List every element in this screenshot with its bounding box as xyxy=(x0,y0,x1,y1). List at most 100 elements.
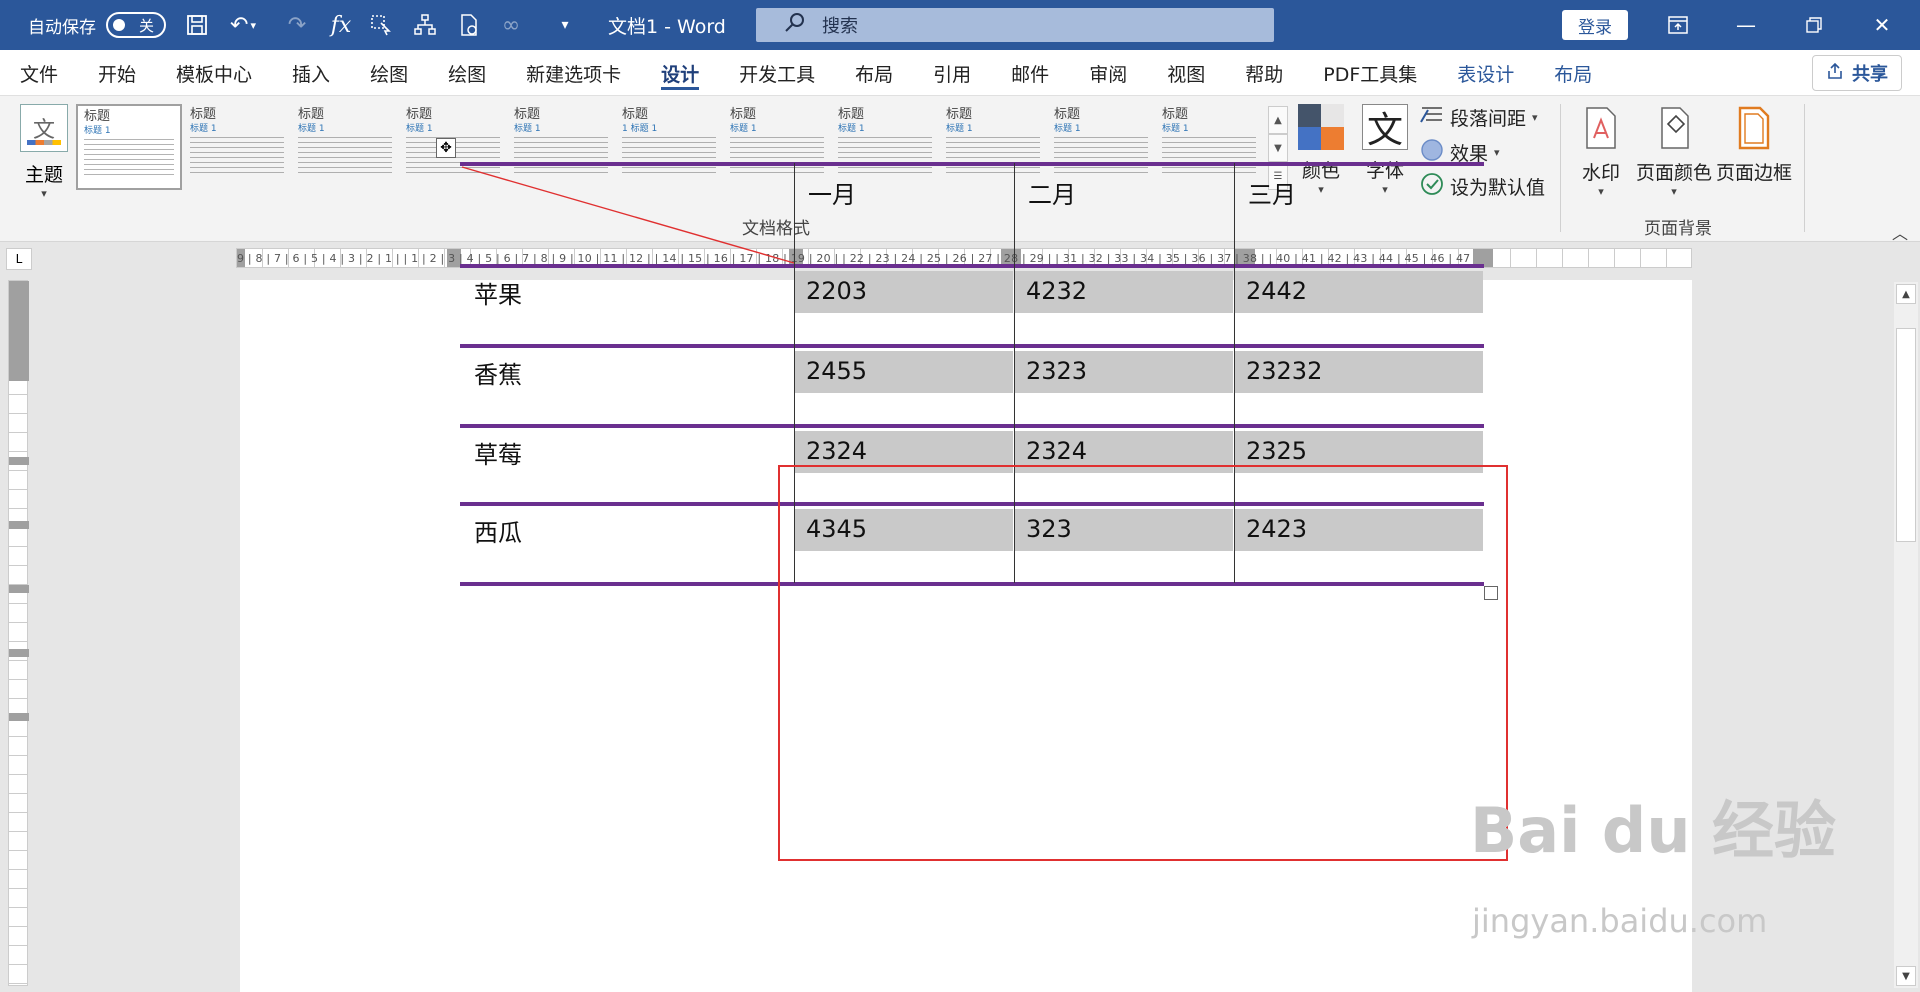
menu-tab-14[interactable]: 帮助 xyxy=(1225,50,1303,96)
style-thumb-title: 标题 xyxy=(298,107,325,122)
style-thumb-title: 标题 xyxy=(514,107,541,122)
group-separator xyxy=(1560,104,1561,232)
org-chart-icon[interactable] xyxy=(408,10,442,40)
paragraph-spacing-icon xyxy=(1420,104,1444,131)
redo-icon[interactable]: ↷ xyxy=(280,10,314,40)
style-thumb-sub: 标题 1 xyxy=(84,126,111,136)
formula-icon[interactable]: fx xyxy=(324,10,358,40)
menu-tab-9[interactable]: 布局 xyxy=(835,50,913,96)
paragraph-spacing-button[interactable]: 段落间距 ▾ xyxy=(1420,104,1538,131)
style-thumb-sub: 标题 1 xyxy=(298,124,325,134)
row-label-cell[interactable]: 苹果 xyxy=(474,275,522,310)
vertical-ruler[interactable] xyxy=(8,280,29,986)
style-thumb-preview xyxy=(298,137,392,177)
undo-icon[interactable]: ↶ ▾ xyxy=(226,10,260,40)
scrollbar-thumb[interactable] xyxy=(1896,328,1916,542)
menu-tab-3[interactable]: 插入 xyxy=(272,50,350,96)
menu-tab-8[interactable]: 开发工具 xyxy=(719,50,835,96)
collapse-ribbon-icon[interactable]: ︿ xyxy=(1892,220,1908,244)
menu-tab-6[interactable]: 新建选项卡 xyxy=(506,50,641,96)
style-set-thumb[interactable]: 标题 标题 1 xyxy=(184,104,290,190)
row-label-cell[interactable]: 草莓 xyxy=(474,435,522,470)
row-label-cell[interactable]: 西瓜 xyxy=(474,513,522,548)
page-color-button[interactable]: 页面颜色 ▾ xyxy=(1636,104,1712,198)
table-move-handle-icon[interactable]: ✥ xyxy=(436,138,456,158)
value-cell[interactable]: 2323 xyxy=(1026,357,1087,385)
value-cell[interactable]: 2324 xyxy=(1026,437,1087,465)
value-cell[interactable]: 2455 xyxy=(806,357,867,385)
menu-tab-12[interactable]: 审阅 xyxy=(1069,50,1147,96)
scroll-down-icon[interactable]: ▼ xyxy=(1896,966,1916,986)
close-icon[interactable]: ✕ xyxy=(1850,0,1914,50)
group-separator xyxy=(1804,104,1805,232)
page-border-button[interactable]: 页面边框 xyxy=(1716,104,1792,185)
share-button[interactable]: 共享 xyxy=(1812,55,1902,91)
select-object-icon[interactable] xyxy=(364,10,398,40)
ruler-row-marker xyxy=(9,457,29,465)
autosave[interactable]: 自动保存 关 xyxy=(28,11,166,39)
row-border xyxy=(460,424,1484,428)
menu-tab-16[interactable]: 表设计 xyxy=(1437,50,1534,96)
gallery-down-icon[interactable]: ▼ xyxy=(1268,134,1288,162)
document-title: 文档1 - Word xyxy=(608,16,726,38)
autosave-state: 关 xyxy=(138,16,154,35)
menu-tab-17[interactable]: 布局 xyxy=(1534,50,1612,96)
ruler-row-marker xyxy=(9,521,29,529)
menu-tab-4[interactable]: 绘图 xyxy=(350,50,428,96)
value-cell[interactable]: 2324 xyxy=(806,437,867,465)
menu-tab-5[interactable]: 绘图 xyxy=(428,50,506,96)
gallery-up-icon[interactable]: ▲ xyxy=(1268,106,1288,134)
header-cell[interactable]: 一月 xyxy=(808,175,856,210)
menu-tab-13[interactable]: 视图 xyxy=(1147,50,1225,96)
vertical-scrollbar[interactable]: ▲ ▼ xyxy=(1894,282,1918,988)
customize-qa-icon[interactable]: ▾ xyxy=(548,10,582,40)
table-resize-handle[interactable] xyxy=(1484,586,1498,600)
chevron-down-icon: ▾ xyxy=(1598,185,1604,198)
menu-tab-2[interactable]: 模板中心 xyxy=(156,50,272,96)
value-cell[interactable]: 2203 xyxy=(806,277,867,305)
style-set-thumb[interactable]: 标题标题 1 xyxy=(292,104,398,190)
style-set-thumb[interactable]: 标题标题 1 xyxy=(76,104,182,190)
save-icon[interactable] xyxy=(180,10,214,40)
chevron-down-icon: ▾ xyxy=(1532,111,1538,124)
value-cell[interactable]: 2325 xyxy=(1246,437,1307,465)
page-border-label: 页面边框 xyxy=(1716,162,1793,184)
menu-tab-7[interactable]: 设计 xyxy=(641,50,719,96)
search-box[interactable]: 搜索 xyxy=(756,8,1274,42)
scroll-up-icon[interactable]: ▲ xyxy=(1896,284,1916,304)
style-thumb-title: 标题 xyxy=(622,107,649,122)
style-thumb-sub: 1 标题 1 xyxy=(622,124,658,134)
ribbon-display-icon[interactable] xyxy=(1646,0,1710,50)
ruler-row-marker xyxy=(9,649,29,657)
tab-selector[interactable]: L xyxy=(6,248,32,270)
minimize-icon[interactable]: — xyxy=(1714,0,1778,50)
login-button[interactable]: 登录 xyxy=(1562,10,1628,40)
document-check-icon[interactable] xyxy=(452,10,486,40)
ruler-row-marker xyxy=(9,585,29,593)
watermark-logo: Bai du 经验 xyxy=(1470,794,1837,867)
menu-tab-1[interactable]: 开始 xyxy=(78,50,156,96)
menu-tab-10[interactable]: 引用 xyxy=(913,50,991,96)
colors-icon xyxy=(1298,104,1344,150)
restore-icon[interactable] xyxy=(1782,0,1846,50)
row-label-cell[interactable]: 香蕉 xyxy=(474,355,522,390)
menu-tab-0[interactable]: 文件 xyxy=(0,50,78,96)
value-cell[interactable]: 2442 xyxy=(1246,277,1307,305)
chevron-down-icon: ▾ xyxy=(1671,185,1677,198)
style-thumb-sub: 标题 1 xyxy=(1054,124,1081,134)
menu-tab-15[interactable]: PDF工具集 xyxy=(1303,50,1437,96)
watermark-button[interactable]: 水印 ▾ xyxy=(1578,104,1624,198)
page-color-icon xyxy=(1651,104,1697,152)
style-thumb-sub: 标题 1 xyxy=(838,124,865,134)
value-cell[interactable]: 23232 xyxy=(1246,357,1322,385)
style-thumb-title: 标题 xyxy=(84,109,111,124)
menu-tab-11[interactable]: 邮件 xyxy=(991,50,1069,96)
header-cell[interactable]: 二月 xyxy=(1028,175,1076,210)
value-cell[interactable]: 4232 xyxy=(1026,277,1087,305)
autosave-toggle[interactable]: 关 xyxy=(106,12,166,38)
style-thumb-sub: 标题 1 xyxy=(406,124,433,134)
link-icon[interactable]: ∞ xyxy=(494,10,528,40)
menu-tabs: 文件 开始 模板中心 插入 绘图 绘图 新建选项卡 设计 开发工具 布局 引用 邮件 审阅 视图 帮助 PDF… xyxy=(0,50,1612,96)
header-cell[interactable]: 三月 xyxy=(1248,175,1296,210)
theme-button[interactable]: 文 主题 ▾ xyxy=(14,104,74,224)
